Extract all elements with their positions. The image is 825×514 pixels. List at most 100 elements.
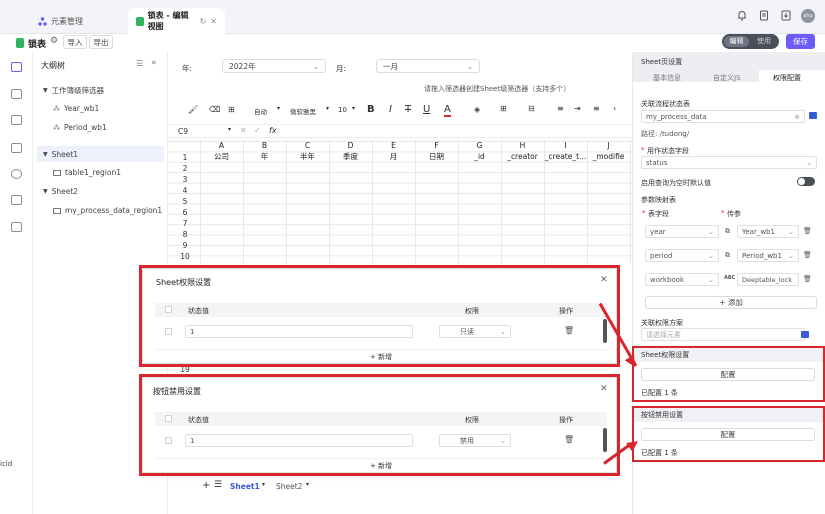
- refresh-icon[interactable]: ↻: [200, 17, 207, 26]
- mode-toggle[interactable]: 编辑 使用: [722, 34, 779, 49]
- row-number[interactable]: 5: [170, 197, 200, 206]
- row-number[interactable]: 1: [170, 153, 200, 162]
- column-header[interactable]: C: [286, 141, 329, 151]
- table-cell[interactable]: _modifie: [587, 152, 630, 162]
- add-mapping-button[interactable]: + 添加: [645, 296, 817, 309]
- use-mode-option[interactable]: 使用: [752, 36, 776, 47]
- download-icon[interactable]: [781, 10, 791, 23]
- mapping-field-select[interactable]: period ⌄: [645, 249, 719, 262]
- avatar[interactable]: ahu: [801, 9, 815, 23]
- mapping-param-select[interactable]: Year_wb1 ⌄: [737, 225, 799, 238]
- close-icon[interactable]: ✕: [210, 17, 217, 26]
- table-cell[interactable]: 半年: [286, 152, 329, 162]
- layers-icon[interactable]: [11, 222, 22, 232]
- year-filter-select[interactable]: 2022年 ⌄: [222, 59, 326, 73]
- cancel-icon[interactable]: ✕: [240, 126, 247, 135]
- row-number[interactable]: 10: [170, 252, 200, 261]
- row-number[interactable]: 9: [170, 241, 200, 250]
- table-cell[interactable]: 公司: [200, 152, 243, 162]
- form-icon[interactable]: [11, 115, 22, 125]
- tab-lock-table[interactable]: 锁表 - 编辑视图 ↻ ✕: [128, 8, 225, 34]
- column-header[interactable]: G: [458, 141, 501, 151]
- zoom-select[interactable]: 自动: [254, 106, 267, 116]
- font-size-select[interactable]: 10: [338, 106, 347, 114]
- tree-node-process-region[interactable]: my_process_data_region1: [53, 206, 162, 215]
- table-cell[interactable]: 月: [372, 152, 415, 162]
- column-header[interactable]: A: [200, 141, 243, 151]
- row-number[interactable]: 3: [170, 175, 200, 184]
- sheet-tab-sheet2[interactable]: Sheet2: [276, 482, 302, 491]
- fill-color-icon[interactable]: ◈: [474, 105, 480, 114]
- clear-circle-icon[interactable]: ⊗: [794, 113, 800, 121]
- table-cell[interactable]: 年: [243, 152, 286, 162]
- column-header[interactable]: H: [501, 141, 544, 151]
- clear-format-icon[interactable]: ⌫: [209, 105, 220, 114]
- row-number[interactable]: 2: [170, 164, 200, 173]
- tree-node-year-wb1[interactable]: ⁂ Year_wb1: [53, 104, 99, 113]
- edit-mode-option[interactable]: 编辑: [724, 36, 749, 47]
- table-link-icon[interactable]: [801, 331, 809, 338]
- sheet-tab-sheet1[interactable]: Sheet1: [230, 482, 260, 491]
- add-sheet-icon[interactable]: +: [202, 480, 210, 491]
- mapping-field-select[interactable]: workbook ⌄: [645, 273, 719, 286]
- row-number[interactable]: 6: [170, 208, 200, 217]
- wrap-icon[interactable]: ⇥: [574, 104, 581, 113]
- border-style-icon[interactable]: ⊞: [228, 105, 235, 114]
- table-cell[interactable]: _id: [458, 152, 501, 162]
- font-select[interactable]: 微软雅黑: [290, 106, 316, 116]
- double-chevron-left-icon[interactable]: «: [151, 58, 157, 68]
- delete-icon[interactable]: 🗑: [803, 275, 812, 283]
- tab-basic-info[interactable]: 基本信息: [653, 73, 681, 83]
- column-header[interactable]: E: [372, 141, 415, 151]
- column-header[interactable]: D: [329, 141, 372, 151]
- process-icon[interactable]: [11, 169, 22, 179]
- tree-node-period-wb1[interactable]: ⁂ Period_wb1: [53, 123, 107, 132]
- table-cell[interactable]: 季度: [329, 152, 372, 162]
- tree-node-workbook-filters[interactable]: ▼ 工作簿级筛选器: [43, 85, 104, 96]
- collapse-all-icon[interactable]: ☰: [136, 59, 143, 68]
- tree-node-table1-region1[interactable]: table1_region1: [53, 168, 121, 177]
- settings-gear-icon[interactable]: ⚙: [50, 36, 58, 46]
- align-left-icon[interactable]: ≡: [593, 104, 600, 113]
- table-link-icon[interactable]: [809, 112, 817, 119]
- table-cell[interactable]: 日期: [415, 152, 458, 162]
- column-header[interactable]: J: [587, 141, 630, 151]
- column-header[interactable]: B: [243, 141, 286, 151]
- document-icon[interactable]: [759, 10, 769, 23]
- status-field-select[interactable]: status ⌄: [641, 156, 817, 169]
- import-button[interactable]: 导入: [63, 35, 87, 49]
- underline-icon[interactable]: U: [423, 104, 430, 115]
- italic-icon[interactable]: I: [389, 104, 392, 115]
- grid-icon[interactable]: [11, 89, 22, 99]
- row-number[interactable]: 8: [170, 230, 200, 239]
- table-icon[interactable]: [11, 195, 22, 205]
- tab-custom-js[interactable]: 自定义JS: [713, 73, 741, 83]
- cell-reference[interactable]: C9: [178, 127, 188, 136]
- table-cell[interactable]: _creator: [501, 152, 544, 162]
- font-color-icon[interactable]: A: [444, 104, 451, 117]
- perm-scheme-select[interactable]: 请选择元素: [641, 328, 805, 341]
- fx-icon[interactable]: fx: [269, 126, 277, 135]
- mapping-param-select[interactable]: Period_wb1 ⌄: [737, 249, 799, 262]
- tree-node-sheet2[interactable]: ▼ Sheet2: [43, 187, 78, 196]
- row-number[interactable]: 7: [170, 219, 200, 228]
- mapping-field-select[interactable]: year ⌄: [645, 225, 719, 238]
- bold-icon[interactable]: B: [367, 104, 375, 115]
- delete-icon[interactable]: 🗑: [803, 227, 812, 235]
- align-center-icon[interactable]: ≡: [557, 104, 564, 113]
- row-number[interactable]: 4: [170, 186, 200, 195]
- outline-tree-icon[interactable]: [11, 62, 22, 72]
- table-cell[interactable]: _create_t...: [544, 152, 587, 162]
- format-painter-icon[interactable]: 🖌: [188, 105, 198, 114]
- strikethrough-icon[interactable]: T: [405, 104, 411, 115]
- save-button[interactable]: 保存: [786, 34, 815, 49]
- tab-element-management[interactable]: 元素管理: [30, 8, 91, 34]
- tree-node-sheet1[interactable]: ▼ Sheet1: [43, 150, 78, 159]
- mapping-param-input[interactable]: Deeptable_lock: [737, 273, 799, 286]
- column-header[interactable]: F: [415, 141, 458, 151]
- sheet-list-icon[interactable]: ☰: [214, 480, 222, 490]
- delete-icon[interactable]: 🗑: [803, 251, 812, 259]
- month-filter-select[interactable]: 一月 ⌄: [376, 59, 480, 73]
- export-button[interactable]: 导出: [89, 35, 113, 49]
- empty-default-toggle[interactable]: [797, 177, 815, 186]
